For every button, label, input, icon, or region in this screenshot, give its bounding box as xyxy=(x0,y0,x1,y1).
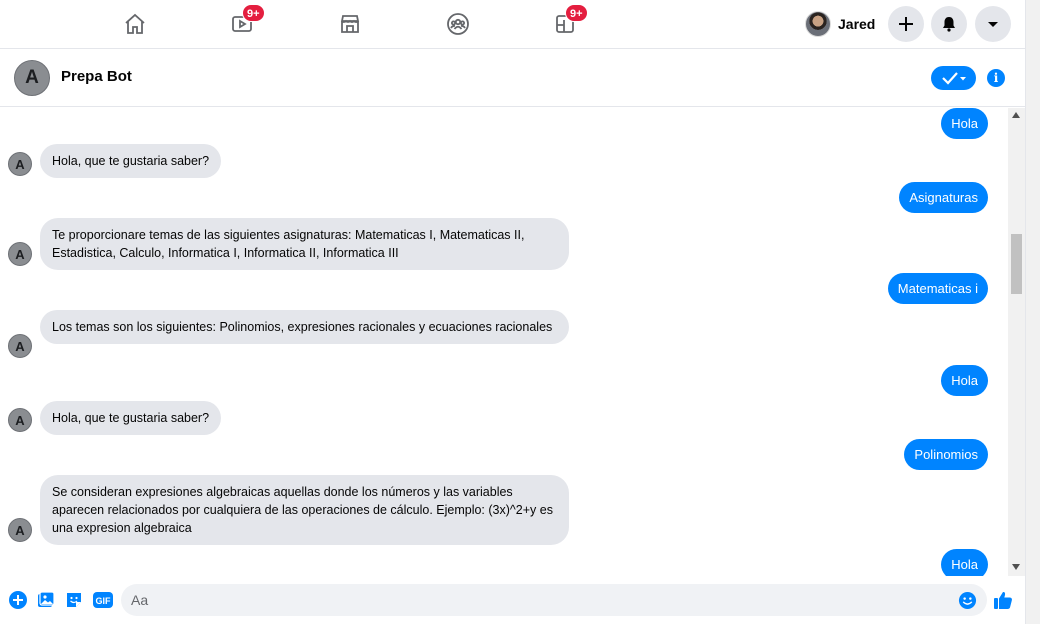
sent-message: Hola xyxy=(941,108,988,139)
bell-icon xyxy=(943,17,955,32)
top-navigation: 9+ 9+ Jared xyxy=(0,0,1040,49)
svg-text:GIF: GIF xyxy=(96,596,112,606)
received-message: Te proporcionare temas de las siguientes… xyxy=(40,218,569,270)
info-icon[interactable]: i xyxy=(987,69,1005,87)
bot-avatar[interactable]: A xyxy=(14,60,50,96)
sent-message: Asignaturas xyxy=(899,182,988,213)
message-list: Hola A Hola, que te gustaria saber? Asig… xyxy=(0,108,1008,576)
sent-message: Hola xyxy=(941,549,988,576)
mark-done-button[interactable] xyxy=(931,66,976,90)
received-message: Se consideran expresiones algebraicas aq… xyxy=(40,475,569,545)
bot-avatar-small[interactable]: A xyxy=(8,518,32,542)
message-input-wrapper[interactable] xyxy=(121,584,987,616)
chat-header: A Prepa Bot xyxy=(0,50,1025,107)
add-more-icon[interactable] xyxy=(8,590,28,610)
received-message: Hola, que te gustaria saber? xyxy=(40,401,222,435)
emoji-icon[interactable] xyxy=(958,591,977,610)
sent-message: Matematicas i xyxy=(887,273,988,304)
page-scrollbar[interactable] xyxy=(1025,0,1040,624)
gaming-icon[interactable]: 9+ xyxy=(547,4,588,40)
message-scrollbar[interactable] xyxy=(1008,108,1025,576)
marketplace-icon[interactable] xyxy=(332,8,368,40)
gif-icon[interactable]: GIF xyxy=(92,590,114,610)
sent-message: Polinomios xyxy=(904,439,988,470)
received-message: Los temas son los siguientes: Polinomios… xyxy=(40,310,569,344)
profile-link[interactable]: Jared xyxy=(805,11,875,37)
message-composer: GIF xyxy=(0,576,1025,624)
user-avatar xyxy=(805,11,831,37)
chat-title[interactable]: Prepa Bot xyxy=(61,68,132,85)
scroll-down-arrow-icon[interactable] xyxy=(1012,564,1020,570)
watch-icon[interactable]: 9+ xyxy=(224,4,265,40)
groups-icon[interactable] xyxy=(440,8,476,40)
received-message: Hola, que te gustaria saber? xyxy=(40,144,222,178)
scroll-thumb[interactable] xyxy=(1011,234,1022,294)
message-input[interactable] xyxy=(131,584,951,616)
bot-avatar-small[interactable]: A xyxy=(8,242,32,266)
profile-name: Jared xyxy=(838,16,876,32)
like-thumbs-up-icon[interactable] xyxy=(992,589,1014,611)
sticker-icon[interactable] xyxy=(64,590,84,610)
gaming-notification-badge: 9+ xyxy=(565,4,588,22)
plus-icon xyxy=(899,17,913,31)
photo-icon[interactable] xyxy=(36,590,56,610)
chevron-down-icon xyxy=(988,22,998,27)
create-button[interactable] xyxy=(888,6,924,42)
home-icon[interactable] xyxy=(117,8,153,40)
bot-avatar-small[interactable]: A xyxy=(8,334,32,358)
notifications-button[interactable] xyxy=(931,6,967,42)
watch-notification-badge: 9+ xyxy=(242,4,265,22)
bot-avatar-small[interactable]: A xyxy=(8,408,32,432)
checkmark-dropdown-icon xyxy=(941,72,966,85)
sent-message: Hola xyxy=(941,365,988,396)
scroll-up-arrow-icon[interactable] xyxy=(1012,112,1020,118)
account-menu-button[interactable] xyxy=(975,6,1011,42)
bot-avatar-small[interactable]: A xyxy=(8,152,32,176)
